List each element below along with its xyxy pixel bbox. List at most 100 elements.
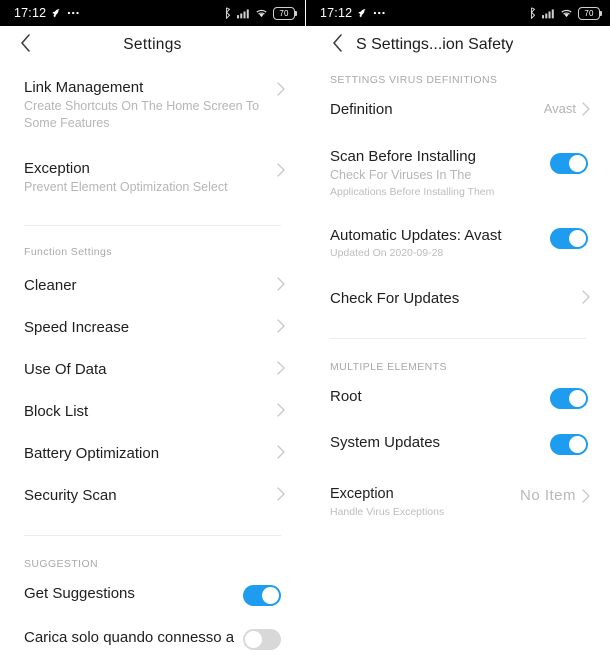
row-title: Root [330,388,362,405]
toggle-root[interactable] [550,388,588,409]
left-status-bar: 17:12 70 [0,0,305,26]
chevron-right-icon[interactable] [277,277,285,291]
row-accessory [277,360,285,375]
chevron-left-icon [332,33,343,57]
status-bar-right-group: 70 [224,6,297,20]
list-item-automatic-updates[interactable]: Automatic Updates: Avast Updated On 2020… [306,210,610,271]
row-text-group: Carica solo quando connesso a [24,628,235,647]
row-accessory [277,444,285,459]
row-title: Exception [330,486,394,502]
row-accessory: Avast [544,100,590,116]
list-item-system-updates[interactable]: System Updates [306,421,610,467]
row-subtitle-line2: Applications Before Installing Them [330,186,495,198]
row-title: Battery Optimization [24,445,160,462]
back-button[interactable] [326,33,348,57]
section-divider [24,225,281,226]
chevron-left-icon [20,33,31,57]
section-divider [24,535,281,536]
chevron-right-icon[interactable] [277,445,285,459]
row-value: Avast [543,101,576,116]
chevron-right-icon[interactable] [582,101,590,116]
dots-icon [373,10,387,16]
right-status-bar: 17:12 70 [306,0,610,26]
toggle-get-suggestions[interactable] [243,585,281,606]
chevron-right-icon[interactable] [277,403,285,417]
battery-indicator: 70 [578,6,602,20]
list-item-battery-optimization[interactable]: Battery Optimization [0,433,305,475]
row-text-group: Exception Prevent Element Optimization S… [24,159,269,196]
row-accessory [550,226,588,249]
row-subtitle: Updated On 2020-09-28 [330,247,444,259]
list-item-exception[interactable]: Exception Prevent Element Optimization S… [0,143,305,207]
left-phone-screen: 17:12 70 Settings Link Management Create… [0,0,305,670]
row-accessory [550,433,588,455]
list-item-block-list[interactable]: Block List [0,391,305,433]
wifi-icon [255,8,268,19]
chevron-right-icon[interactable] [582,488,590,503]
back-button[interactable] [14,33,36,57]
toggle-charge-only-when-connected[interactable] [243,629,281,650]
section-header-function-settings: Function Settings [24,246,112,258]
row-title: Automatic Updates: Avast [330,227,502,244]
chevron-right-icon[interactable] [277,487,285,501]
chevron-right-icon[interactable] [582,290,590,304]
list-item-exception-virus[interactable]: Exception Handle Virus Exceptions No Ite… [306,467,610,532]
section-header-suggestion: SUGGESTION [24,558,99,570]
row-accessory [277,318,285,333]
row-title: Get Suggestions [24,585,135,602]
status-bar-left-group: 17:12 [320,6,387,20]
row-text-group: Scan Before Installing Check For Viruses… [330,147,542,200]
toggle-knob [262,587,279,604]
row-text-group: Speed Increase [24,318,269,337]
row-accessory [277,159,285,177]
row-text-group: Cleaner [24,276,269,295]
status-bar-clock: 17:12 [320,6,353,20]
row-title: Speed Increase [24,319,130,336]
chevron-right-icon[interactable] [277,319,285,333]
list-item-link-management[interactable]: Link Management Create Shortcuts On The … [0,64,305,143]
row-title: Block List [24,403,89,420]
bluetooth-icon [529,7,537,19]
wifi-icon [560,8,573,19]
rocket-icon [51,8,62,19]
list-item-scan-before-installing[interactable]: Scan Before Installing Check For Viruses… [306,131,610,210]
list-item-security-scan[interactable]: Security Scan [0,475,305,517]
toggle-automatic-updates[interactable] [550,228,588,249]
row-accessory [243,584,281,606]
signal-icon [542,8,555,19]
list-item-root[interactable]: Root [306,379,610,421]
row-accessory [550,147,588,174]
chevron-right-icon[interactable] [277,163,285,177]
list-item-get-suggestions[interactable]: Get Suggestions [0,576,305,618]
row-accessory [582,289,590,304]
right-nav-bar: S Settings...ion Safety [306,26,610,64]
toggle-knob [245,631,262,648]
toggle-knob [569,390,586,407]
toggle-system-updates[interactable] [550,434,588,455]
status-bar-clock: 17:12 [14,6,47,20]
row-text-group: Use Of Data [24,360,269,379]
chevron-right-icon[interactable] [277,361,285,375]
page-title: S Settings...ion Safety [356,36,514,53]
section-header-multiple-elements: MULTIPLE ELEMENTS [330,361,447,373]
row-title: Cleaner [24,277,77,294]
list-item-speed-increase[interactable]: Speed Increase [0,307,305,349]
signal-icon [237,8,250,19]
row-accessory [243,628,281,650]
toggle-scan-before-installing[interactable] [550,153,588,174]
chevron-right-icon[interactable] [277,82,285,96]
section-header-virus-definitions: SETTINGS VIRUS DEFINITIONS [330,74,498,86]
status-bar-left-group: 17:12 [14,6,81,20]
list-item-use-of-data[interactable]: Use Of Data [0,349,305,391]
row-title: Definition [330,101,393,118]
row-title: System Updates [330,434,441,451]
list-item-check-for-updates[interactable]: Check For Updates [306,271,610,320]
row-accessory [277,78,285,96]
row-title: Link Management [24,79,144,96]
dots-icon [67,10,81,16]
list-item-charge-only-when-connected[interactable]: Carica solo quando connesso a [0,618,305,662]
row-accessory [277,402,285,417]
list-item-cleaner[interactable]: Cleaner [0,268,305,307]
row-title: Check For Updates [330,290,460,307]
list-item-definition[interactable]: Definition Avast [306,94,610,131]
